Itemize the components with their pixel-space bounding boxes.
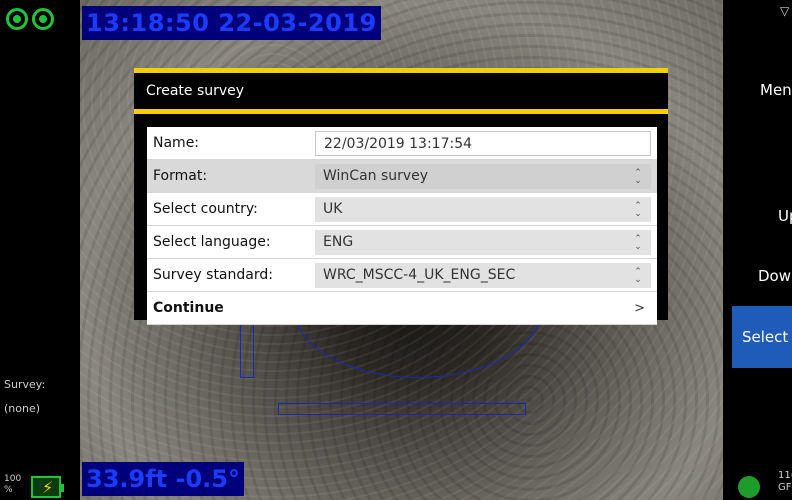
signal-icon: ▽: [780, 4, 790, 18]
up-down-chevron-icon: ⌃ ⌄: [634, 266, 642, 285]
survey-standard-row[interactable]: Survey standard: WRC_MSCC-4_UK_ENG_SEC ⌃ ⌄: [147, 259, 657, 292]
format-label: Format:: [153, 168, 208, 184]
name-row[interactable]: Name: 22/03/2019 13:17:54: [147, 127, 657, 160]
depth-overlay: 33.9ft -0.5°: [82, 462, 244, 496]
create-survey-dialog: Create survey Name: 22/03/2019 13:17:54 …: [134, 68, 668, 325]
gps-indicator: 11( GF: [778, 470, 792, 494]
select-button[interactable]: Select: [732, 306, 792, 368]
language-select-value: ENG: [323, 233, 354, 250]
continue-label: Continue: [153, 300, 224, 316]
recording-icon: [32, 8, 54, 30]
up-down-chevron-icon: ⌃ ⌄: [634, 200, 642, 219]
status-led-icon: [738, 476, 760, 498]
name-input[interactable]: 22/03/2019 13:17:54: [315, 130, 651, 156]
language-label: Select language:: [153, 234, 271, 250]
up-down-chevron-icon: ⌃ ⌄: [634, 233, 642, 252]
survey-standard-select-value: WRC_MSCC-4_UK_ENG_SEC: [323, 266, 516, 283]
chevron-right-icon: >: [634, 300, 645, 316]
overlay-marker-horizontal: [278, 403, 526, 415]
lightning-bolt-icon: ⚡: [42, 478, 54, 497]
overlay-marker-vertical: [240, 320, 254, 378]
timestamp-overlay: 13:18:50 22-03-2019: [82, 6, 381, 40]
survey-label: Survey:: [4, 378, 46, 391]
survey-standard-select[interactable]: WRC_MSCC-4_UK_ENG_SEC ⌃ ⌄: [315, 262, 651, 288]
gps-value: 11(: [778, 470, 792, 481]
down-button[interactable]: Down: [732, 266, 792, 286]
battery-charging-icon: ⚡: [31, 476, 64, 498]
survey-value: (none): [4, 402, 41, 415]
up-button[interactable]: Up: [732, 206, 792, 226]
country-select[interactable]: UK ⌃ ⌄: [315, 196, 651, 222]
status-icons: [6, 8, 54, 30]
name-input-value: 22/03/2019 13:17:54: [324, 135, 473, 152]
survey-form: Name: 22/03/2019 13:17:54 Format: WinCan…: [147, 127, 657, 325]
continue-button[interactable]: Continue >: [147, 292, 657, 325]
format-row[interactable]: Format: WinCan survey ⌃ ⌄: [147, 160, 657, 193]
gps-unit: GF: [778, 482, 792, 493]
language-row[interactable]: Select language: ENG ⌃ ⌄: [147, 226, 657, 259]
battery-percent: 100 %: [4, 474, 21, 496]
survey-standard-label: Survey standard:: [153, 267, 273, 283]
battery-percent-value: 100: [4, 474, 22, 484]
format-select-value: WinCan survey: [323, 167, 429, 184]
country-row[interactable]: Select country: UK ⌃ ⌄: [147, 193, 657, 226]
up-down-chevron-icon: ⌃ ⌄: [634, 167, 642, 186]
dialog-title: Create survey: [134, 73, 668, 114]
language-select[interactable]: ENG ⌃ ⌄: [315, 229, 651, 255]
name-label: Name:: [153, 135, 200, 151]
battery-percent-unit: %: [4, 485, 13, 495]
menu-button[interactable]: Menu: [732, 80, 792, 100]
format-select[interactable]: WinCan survey ⌃ ⌄: [315, 163, 651, 189]
camera-ring-icon: [6, 8, 28, 30]
country-label: Select country:: [153, 201, 258, 217]
country-select-value: UK: [323, 200, 343, 217]
